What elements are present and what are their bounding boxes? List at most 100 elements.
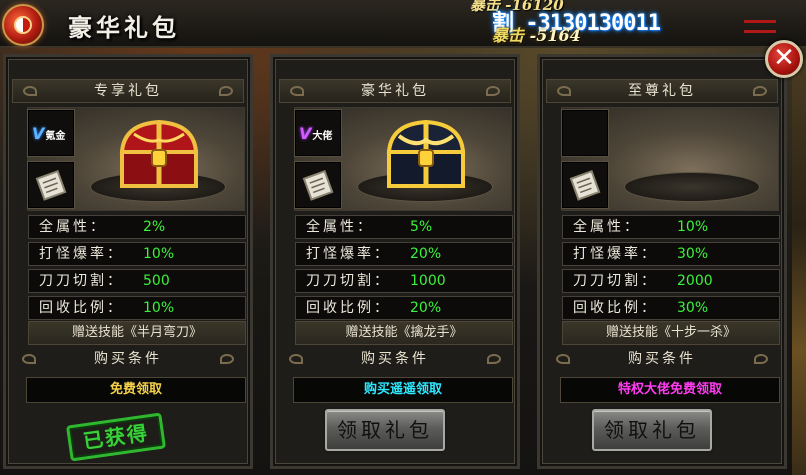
stat-value: 10% [143, 246, 175, 262]
pack-panel-supreme: 至尊礼包 全属性： 10% 打怪爆率： 30% 刀刀切割： 2000 回收比例： 30%… [537, 54, 787, 469]
vip-badge: V氪金 [32, 124, 65, 143]
item-slot-empty[interactable] [561, 109, 609, 157]
stat-value: 2% [143, 219, 166, 235]
blue-treasure-chest-icon [386, 119, 466, 188]
scene-edge [792, 60, 806, 475]
purchase-condition-title: 购买条件 [94, 351, 162, 367]
close-icon[interactable]: ✕ [765, 40, 803, 78]
stat-row-recycle: 回收比例： 10% [28, 296, 246, 320]
stat-label: 打怪爆率： [39, 246, 124, 262]
combat-text-crit-value: -5164 [529, 26, 581, 45]
stat-label: 回收比例： [573, 300, 658, 316]
scroll-ornament-icon [22, 354, 36, 364]
claimed-stamp: 已获得 [65, 412, 167, 462]
scroll-ornament-icon [290, 86, 304, 96]
stat-value: 500 [143, 273, 170, 289]
stat-label: 打怪爆率： [306, 246, 391, 262]
pack-title: 豪华礼包 [361, 83, 429, 99]
scroll-ornament-icon [487, 354, 501, 364]
stat-value: 30% [677, 246, 709, 262]
scroll-ornament-icon [557, 86, 571, 96]
item-slot-skill-book[interactable] [294, 161, 342, 209]
gift-skill: 赠送技能《擒龙手》 [295, 321, 513, 345]
pedestal [624, 172, 760, 202]
stat-row-recycle: 回收比例： 20% [295, 296, 513, 320]
stat-row-drop-rate: 打怪爆率： 10% [28, 242, 246, 266]
stat-label: 刀刀切割： [573, 273, 658, 289]
stat-value: 1000 [410, 273, 446, 289]
stat-row-recycle: 回收比例： 30% [562, 296, 780, 320]
stat-value: 5% [410, 219, 433, 235]
purchase-condition-header: 购买条件 [279, 348, 511, 372]
pack-title: 至尊礼包 [628, 83, 696, 99]
pack-title-bar: 豪华礼包 [279, 79, 511, 103]
gift-skill: 赠送技能《十步一杀》 [562, 321, 780, 345]
vip-v-icon: V [299, 124, 312, 143]
scroll-ornament-icon [556, 354, 570, 364]
stat-row-cut: 刀刀切割： 1000 [295, 269, 513, 293]
stat-row-cut: 刀刀切割： 500 [28, 269, 246, 293]
stat-row-all-attributes: 全属性： 2% [28, 215, 246, 239]
stat-label: 全属性： [573, 219, 641, 235]
combat-text-crit-2: 暴击 -5164 [492, 22, 581, 46]
skill-scroll-icon [302, 169, 334, 201]
stat-label: 打怪爆率： [573, 246, 658, 262]
stat-row-all-attributes: 全属性： 10% [562, 215, 780, 239]
scroll-ornament-icon [289, 354, 303, 364]
stat-row-all-attributes: 全属性： 5% [295, 215, 513, 239]
yin-yang-emblem-icon [2, 4, 44, 46]
purchase-condition-title: 购买条件 [361, 351, 429, 367]
claim-pack-button[interactable]: 领取礼包 [325, 409, 445, 451]
item-slot-vip-badge[interactable]: V大佬 [294, 109, 342, 157]
stat-value: 20% [410, 300, 442, 316]
pack-panel-deluxe: 豪华礼包 V大佬 全属性： 5% 打怪爆率： 20% 刀刀切割： 1000 回收比例：… [270, 54, 520, 469]
pack-panel-exclusive: 专享礼包 V氪金 全属性： 2% 打怪爆率： 10% 刀刀切割： 500 回收比例： 1… [3, 54, 253, 469]
claim-pack-button[interactable]: 领取礼包 [592, 409, 712, 451]
hp-bar [744, 20, 776, 23]
purchase-condition-title: 购买条件 [628, 351, 696, 367]
stat-value: 20% [410, 246, 442, 262]
scroll-ornament-icon [486, 86, 500, 96]
vip-badge: V大佬 [299, 124, 332, 143]
skill-scroll-icon [569, 169, 601, 201]
window-title: 豪华礼包 [68, 13, 180, 42]
stat-value: 2000 [677, 273, 713, 289]
stat-label: 全属性： [39, 219, 107, 235]
stat-label: 刀刀切割： [306, 273, 391, 289]
stat-label: 回收比例： [306, 300, 391, 316]
scroll-ornament-icon [220, 354, 234, 364]
stat-row-drop-rate: 打怪爆率： 20% [295, 242, 513, 266]
red-treasure-chest-icon [119, 119, 199, 188]
stat-label: 刀刀切割： [39, 273, 124, 289]
stat-value: 10% [677, 219, 709, 235]
item-slot-vip-badge[interactable]: V氪金 [27, 109, 75, 157]
stat-value: 10% [143, 300, 175, 316]
vip-badge-label: 氪金 [45, 131, 66, 142]
pack-title-bar: 专享礼包 [12, 79, 244, 103]
scroll-ornament-icon [23, 86, 37, 96]
combat-text-crit-label: 暴击 [492, 26, 525, 45]
scroll-ornament-icon [754, 354, 768, 364]
window-title-bar: 豪华礼包 暴击 -16120 割 -3130130011 暴击 -5164 [0, 0, 806, 48]
gift-skill: 赠送技能《半月弯刀》 [28, 321, 246, 345]
skill-scroll-icon [35, 169, 67, 201]
stat-label: 全属性： [306, 219, 374, 235]
scroll-ornament-icon [219, 86, 233, 96]
item-slot-skill-book[interactable] [27, 161, 75, 209]
vip-badge-label: 大佬 [312, 131, 333, 142]
purchase-condition-text: 购买遥遥领取 [293, 377, 513, 403]
purchase-condition-header: 购买条件 [546, 348, 778, 372]
pack-title-bar: 至尊礼包 [546, 79, 778, 103]
purchase-condition-text: 特权大佬免费领取 [560, 377, 780, 403]
stat-label: 回收比例： [39, 300, 124, 316]
stat-row-cut: 刀刀切割： 2000 [562, 269, 780, 293]
item-slot-skill-book[interactable] [561, 161, 609, 209]
vip-v-icon: V [32, 124, 45, 143]
purchase-condition-text: 免费领取 [26, 377, 246, 403]
purchase-condition-header: 购买条件 [12, 348, 244, 372]
hp-bar [744, 30, 776, 33]
stat-row-drop-rate: 打怪爆率： 30% [562, 242, 780, 266]
stat-value: 30% [677, 300, 709, 316]
pack-title: 专享礼包 [94, 83, 162, 99]
scroll-ornament-icon [753, 86, 767, 96]
